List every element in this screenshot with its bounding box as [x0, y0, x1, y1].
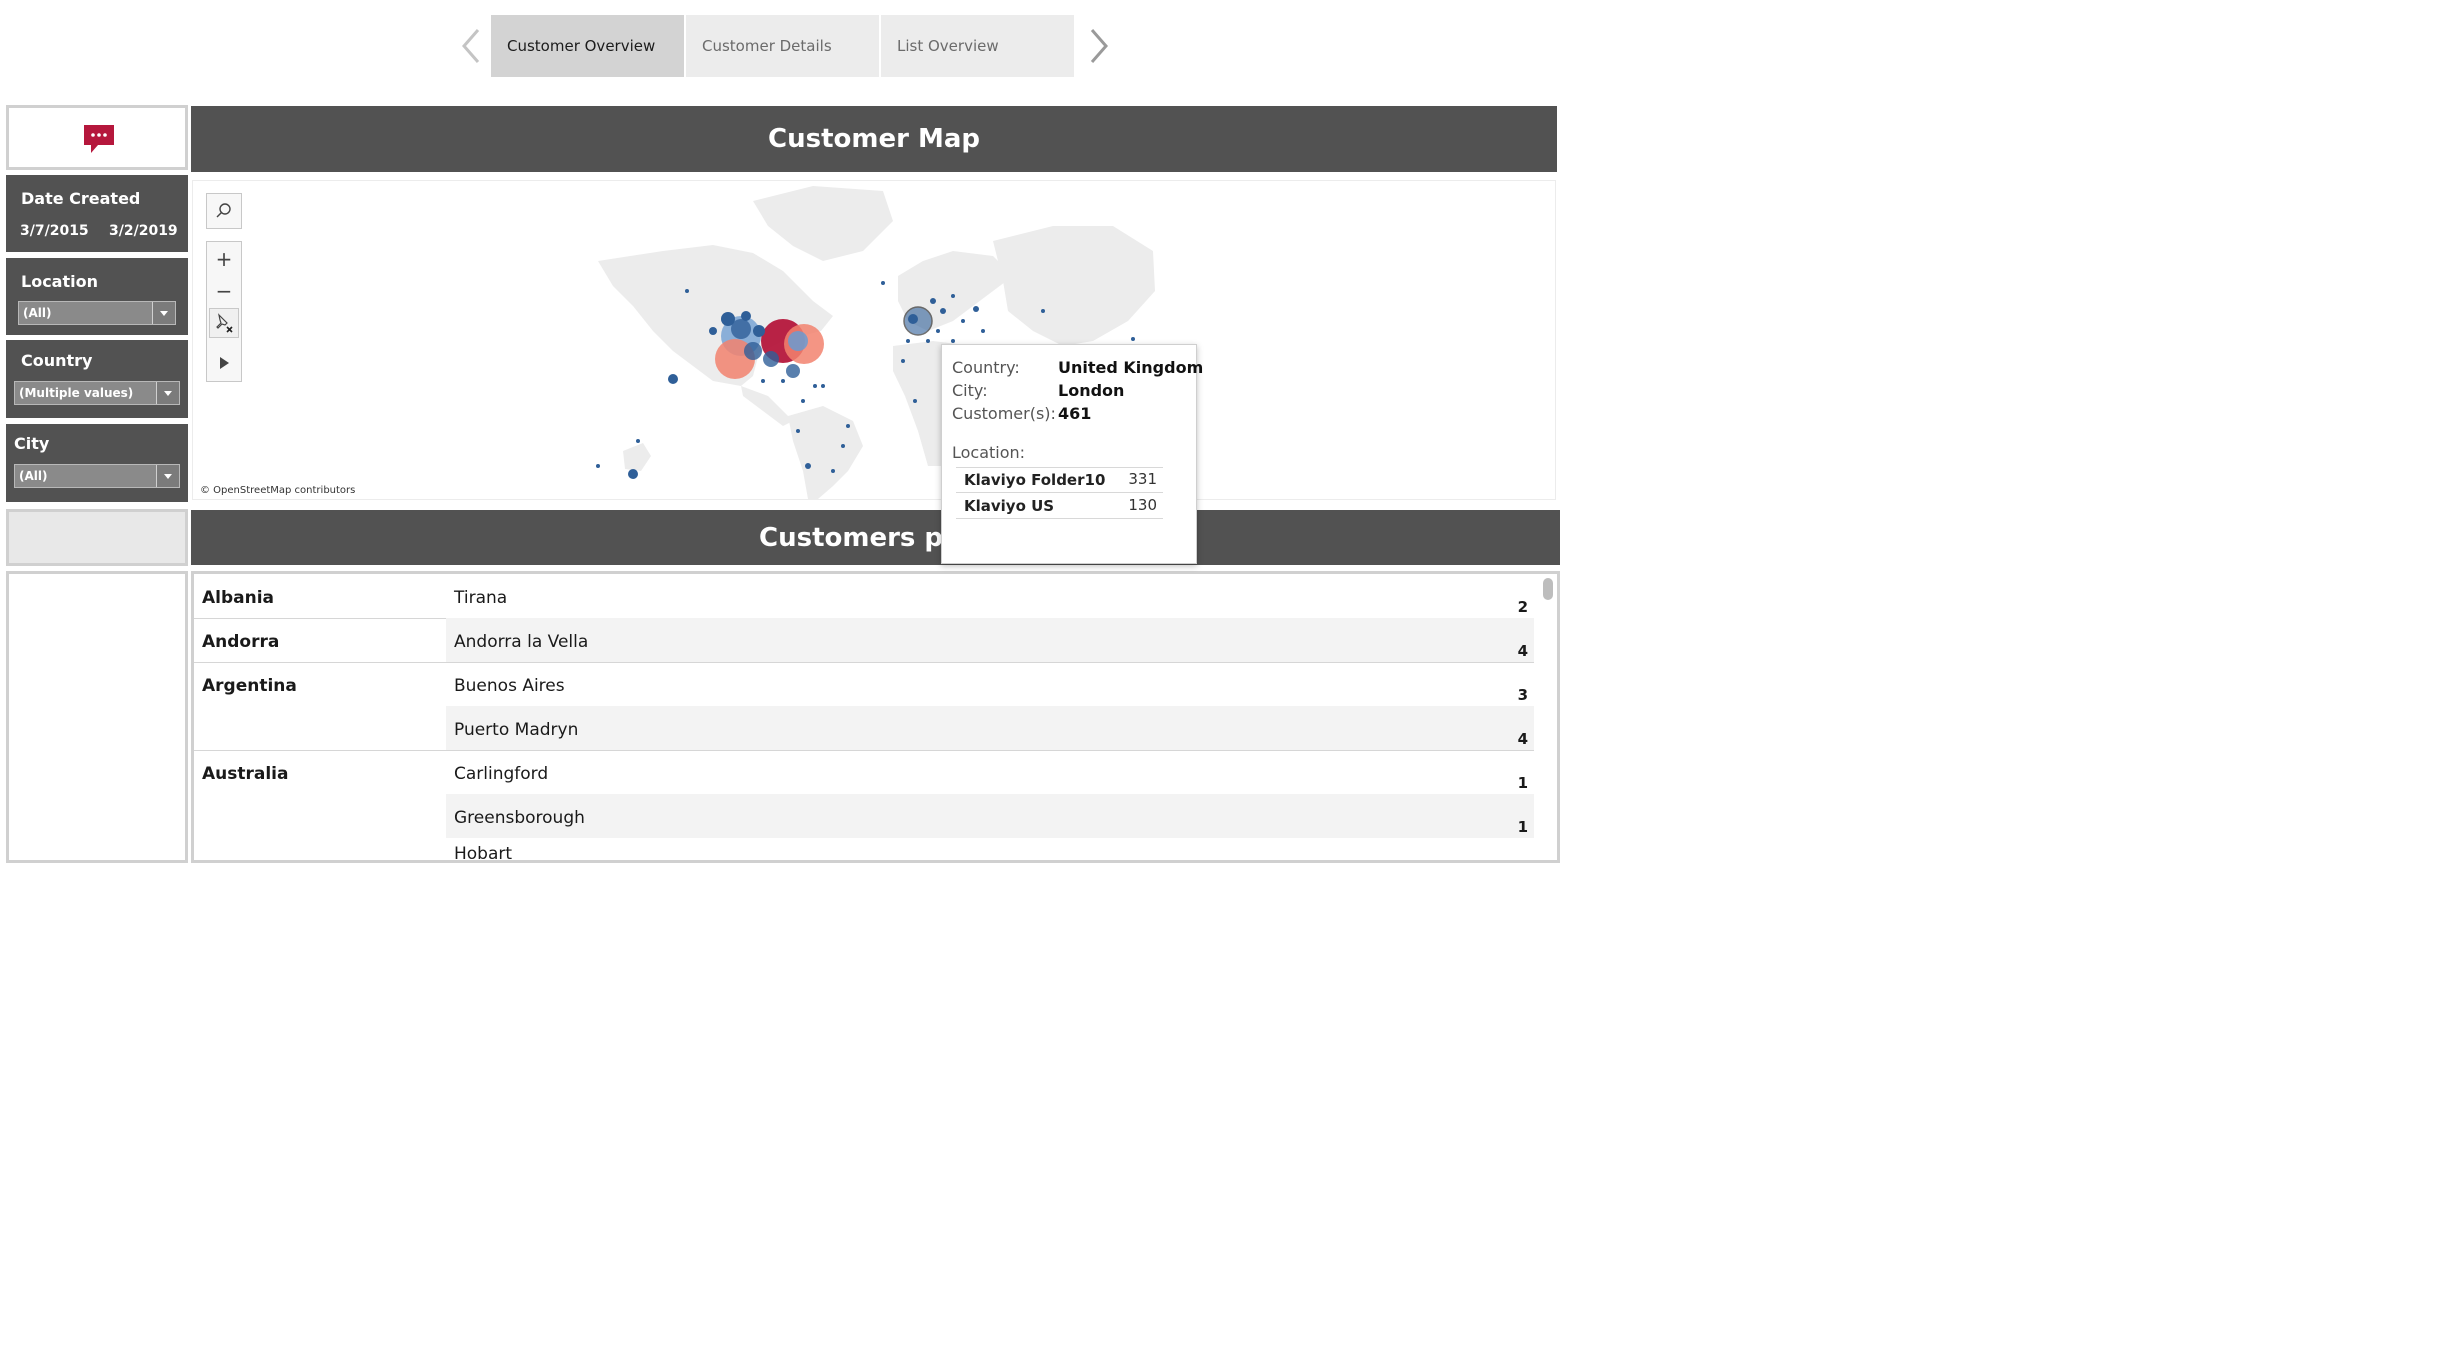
- world-map[interactable]: [193, 181, 1555, 499]
- table-row[interactable]: Andorra Andorra la Vella 4: [194, 618, 1534, 663]
- table-row[interactable]: Hobart: [194, 830, 1534, 863]
- city-cell: Buenos Aires: [454, 676, 565, 696]
- city-cell: Hobart: [454, 844, 513, 863]
- count-cell: 3: [1517, 686, 1528, 704]
- count-cell: 4: [1517, 730, 1528, 748]
- tooltip-location-count: 130: [1128, 496, 1157, 514]
- tab-customer-overview[interactable]: Customer Overview: [491, 15, 684, 77]
- count-cell: 2: [1517, 598, 1528, 616]
- map-search-button[interactable]: [206, 193, 242, 229]
- table-scrollbar[interactable]: [1543, 578, 1553, 600]
- map-attribution: © OpenStreetMap contributors: [200, 485, 356, 496]
- date-start[interactable]: 3/7/2015: [20, 223, 89, 239]
- unpin-icon[interactable]: [209, 308, 239, 338]
- customer-map[interactable]: + −: [192, 180, 1556, 500]
- location-filter: Location (All): [6, 258, 188, 335]
- chevron-right-icon[interactable]: [1080, 26, 1120, 66]
- table-row[interactable]: Australia Carlingford 1: [194, 750, 1534, 794]
- tooltip-location-row: Klaviyo Folder10 331: [956, 468, 1163, 493]
- tooltip-city-label: City:: [952, 381, 988, 400]
- blank-panel: [6, 509, 188, 566]
- tooltip-location-name: Klaviyo US: [964, 497, 1055, 515]
- city-filter: City (All): [6, 424, 188, 502]
- tooltip-city: London: [1058, 381, 1125, 400]
- tooltip-customers-label: Customer(s):: [952, 404, 1056, 423]
- chevron-down-icon[interactable]: [156, 382, 179, 404]
- country-filter: Country (Multiple values): [6, 340, 188, 418]
- zoom-out-icon[interactable]: −: [207, 275, 241, 307]
- tab-list-overview[interactable]: List Overview: [881, 15, 1074, 77]
- customer-map-title: Customer Map: [191, 106, 1557, 172]
- tab-customer-details[interactable]: Customer Details: [686, 15, 879, 77]
- country-cell: Argentina: [202, 676, 297, 696]
- city-cell: Carlingford: [454, 764, 549, 784]
- expand-arrow-icon[interactable]: [207, 346, 241, 380]
- location-value: (All): [23, 306, 52, 320]
- tooltip-customers: 461: [1058, 404, 1092, 423]
- tooltip-country-label: Country:: [952, 358, 1020, 377]
- table-row[interactable]: Albania Tirana 2: [194, 574, 1534, 619]
- tooltip-location-count: 331: [1128, 470, 1157, 488]
- city-title: City: [14, 434, 50, 453]
- chevron-down-icon[interactable]: [156, 465, 179, 487]
- search-icon: [216, 203, 231, 218]
- tooltip-location-name: Klaviyo Folder10: [964, 471, 1106, 489]
- customers-table[interactable]: Albania Tirana 2 Andorra Andorra la Vell…: [191, 571, 1560, 863]
- date-created-filter: Date Created 3/7/2015 3/2/2019: [6, 175, 188, 252]
- table-row[interactable]: Argentina Buenos Aires 3: [194, 662, 1534, 706]
- country-cell: Australia: [202, 764, 289, 784]
- customers-per-title: Customers per: [191, 510, 1560, 565]
- comment-panel: [6, 105, 188, 170]
- tooltip-location-label: Location:: [952, 443, 1026, 462]
- date-end[interactable]: 3/2/2019: [109, 223, 178, 239]
- table-row[interactable]: Puerto Madryn 4: [194, 706, 1534, 751]
- country-dropdown[interactable]: (Multiple values): [14, 381, 180, 405]
- country-value: (Multiple values): [19, 386, 134, 400]
- date-created-title: Date Created: [21, 189, 141, 208]
- city-value: (All): [19, 469, 48, 483]
- chevron-down-icon[interactable]: [152, 302, 175, 324]
- city-dropdown[interactable]: (All): [14, 464, 180, 488]
- zoom-in-icon[interactable]: +: [207, 242, 241, 276]
- tooltip-country: United Kingdom: [1058, 358, 1204, 377]
- blank-side-panel: [6, 571, 188, 863]
- city-cell: Andorra la Vella: [454, 632, 589, 652]
- location-dropdown[interactable]: (All): [18, 301, 176, 325]
- count-cell: 4: [1517, 642, 1528, 660]
- count-cell: 1: [1517, 774, 1528, 792]
- city-cell: Greensborough: [454, 808, 585, 828]
- map-tooltip: Country: United Kingdom City: London Cus…: [941, 344, 1203, 564]
- city-cell: Puerto Madryn: [454, 720, 579, 740]
- location-title: Location: [21, 272, 98, 291]
- country-cell: Andorra: [202, 632, 280, 652]
- city-cell: Tirana: [454, 588, 508, 608]
- chevron-left-icon[interactable]: [452, 26, 492, 66]
- map-toolbar: + −: [206, 241, 242, 382]
- tooltip-location-row: Klaviyo US 130: [956, 494, 1163, 519]
- speech-bubble-icon[interactable]: [82, 123, 116, 155]
- country-title: Country: [21, 351, 93, 370]
- country-cell: Albania: [202, 588, 275, 608]
